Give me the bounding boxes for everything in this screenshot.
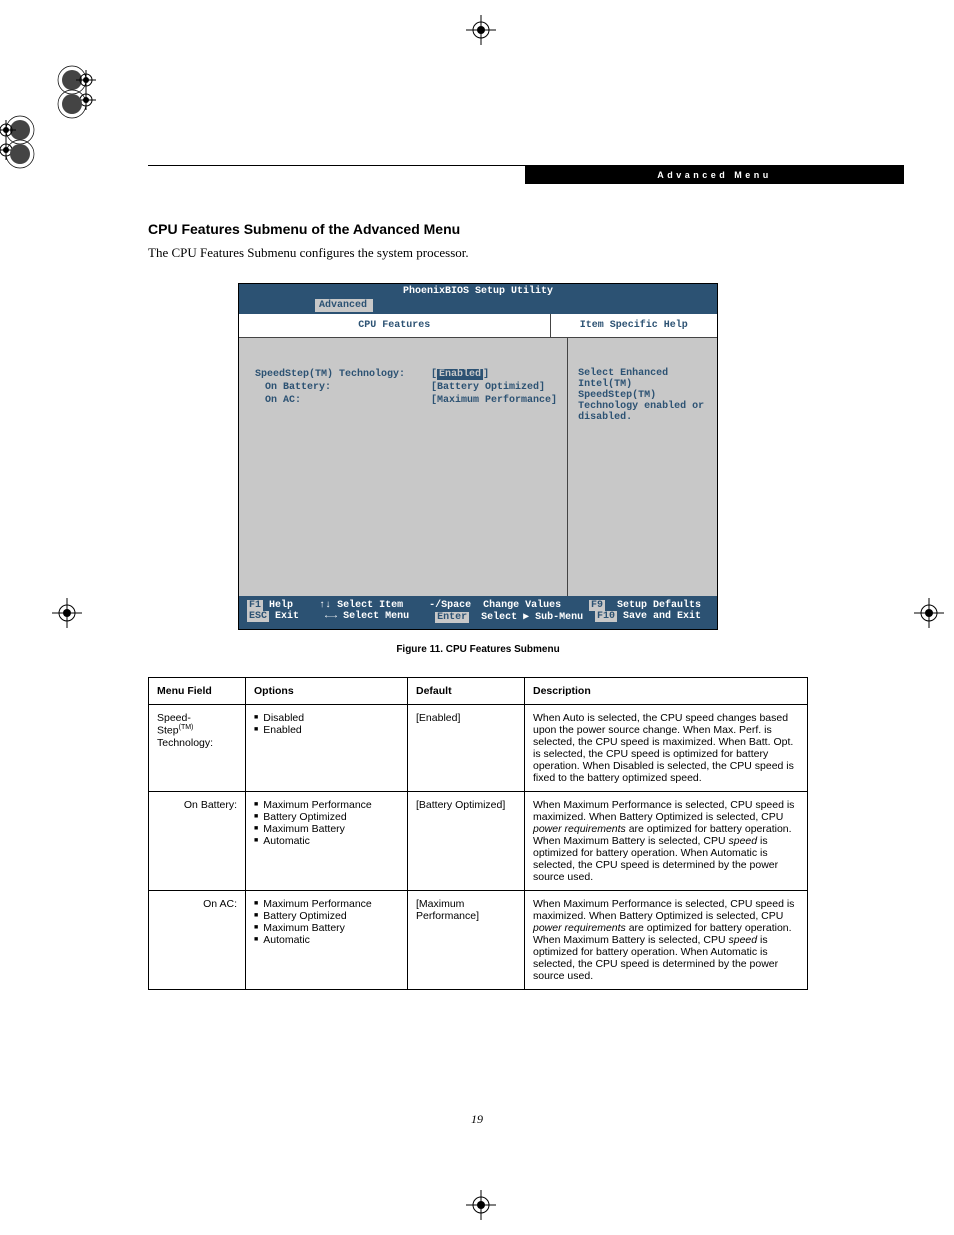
table-row: On Battery:Maximum PerformanceBattery Op…	[149, 792, 808, 891]
list-item: Maximum Performance	[254, 799, 399, 811]
list-item: Maximum Battery	[254, 922, 399, 934]
table-cell-description: When Maximum Performance is selected, CP…	[525, 792, 808, 891]
list-item: Battery Optimized	[254, 811, 399, 823]
table-cell-menu-field: On AC:	[149, 891, 246, 990]
crop-mark-icon	[466, 1190, 496, 1220]
bios-field-on-ac-label: On AC:	[253, 394, 429, 407]
page-header: Advanced Menu	[525, 166, 904, 184]
table-header-default: Default	[408, 678, 525, 705]
table-cell-description: When Maximum Performance is selected, CP…	[525, 891, 808, 990]
crop-mark-icon	[52, 598, 82, 628]
bios-field-speedstep-label: SpeedStep(TM) Technology:	[253, 368, 429, 381]
bios-field-on-battery-label: On Battery:	[253, 381, 429, 394]
table-cell-default: [Maximum Performance]	[408, 891, 525, 990]
page-number: 19	[0, 1112, 954, 1127]
bios-field-on-battery-value: [Battery Optimized]	[429, 381, 559, 394]
table-cell-options: DisabledEnabled	[246, 705, 408, 792]
crop-mark-icon	[52, 70, 102, 120]
bios-column-header-left: CPU Features	[239, 314, 551, 337]
list-item: Maximum Battery	[254, 823, 399, 835]
bios-column-header-right: Item Specific Help	[551, 314, 717, 337]
bios-tab-advanced: Advanced	[315, 299, 373, 312]
crop-mark-icon	[0, 120, 40, 170]
table-cell-menu-field: Speed-Step(TM)Technology:	[149, 705, 246, 792]
list-item: Maximum Performance	[254, 898, 399, 910]
table-cell-default: [Battery Optimized]	[408, 792, 525, 891]
list-item: Disabled	[254, 712, 399, 724]
list-item: Automatic	[254, 835, 399, 847]
list-item: Enabled	[254, 724, 399, 736]
bios-field-on-ac-value: [Maximum Performance]	[429, 394, 559, 407]
table-header-menu-field: Menu Field	[149, 678, 246, 705]
table-cell-options: Maximum PerformanceBattery OptimizedMaxi…	[246, 891, 408, 990]
bios-field-speedstep-value: [Enabled]	[429, 368, 559, 381]
crop-mark-icon	[914, 598, 944, 628]
section-intro: The CPU Features Submenu configures the …	[148, 245, 808, 261]
bios-title: PhoenixBIOS Setup Utility	[239, 284, 717, 299]
list-item: Battery Optimized	[254, 910, 399, 922]
bios-tabs: Advanced	[239, 299, 717, 314]
list-item: Automatic	[254, 934, 399, 946]
bios-screenshot: PhoenixBIOS Setup Utility Advanced CPU F…	[238, 283, 718, 630]
table-cell-default: [Enabled]	[408, 705, 525, 792]
figure-caption: Figure 11. CPU Features Submenu	[148, 644, 808, 655]
table-row: Speed-Step(TM)Technology:DisabledEnabled…	[149, 705, 808, 792]
description-table: Menu Field Options Default Description S…	[148, 677, 808, 990]
table-cell-description: When Auto is selected, the CPU speed cha…	[525, 705, 808, 792]
table-cell-options: Maximum PerformanceBattery OptimizedMaxi…	[246, 792, 408, 891]
section-title: CPU Features Submenu of the Advanced Men…	[148, 221, 808, 237]
crop-mark-icon	[466, 15, 496, 45]
table-header-description: Description	[525, 678, 808, 705]
table-row: On AC:Maximum PerformanceBattery Optimiz…	[149, 891, 808, 990]
bios-footer: F1 Help ↑↓ Select Item -/Space Change Va…	[239, 596, 717, 629]
table-header-options: Options	[246, 678, 408, 705]
bios-help-text: Select Enhanced Intel(TM) SpeedStep(TM) …	[568, 338, 717, 596]
table-cell-menu-field: On Battery:	[149, 792, 246, 891]
